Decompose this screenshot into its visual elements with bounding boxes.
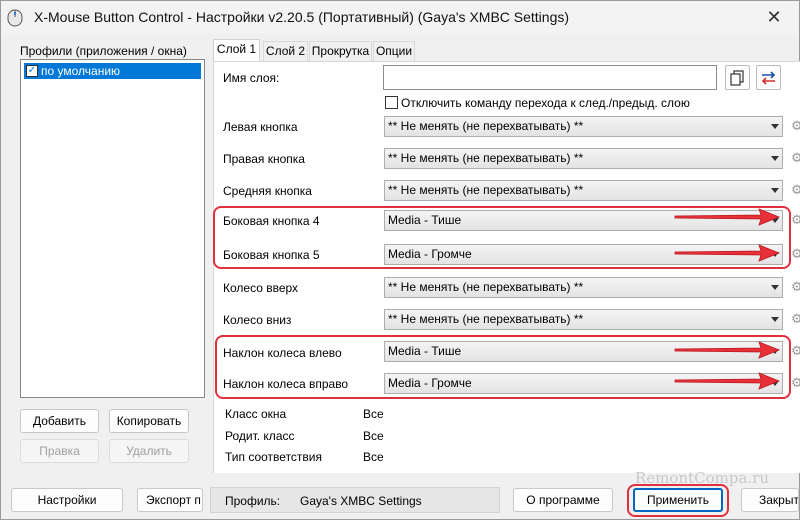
gear-icon[interactable]: ⚙ [791, 280, 800, 293]
select-value: ** Не менять (не перехватывать) ** [388, 280, 584, 294]
gear-icon[interactable]: ⚙ [791, 247, 800, 260]
chevron-down-icon [771, 317, 779, 322]
row-label-wheel-up: Колесо вверх [223, 281, 299, 295]
select-value: ** Не менять (не перехватывать) ** [388, 151, 584, 165]
red-arrow-icon [674, 244, 781, 262]
gear-icon[interactable]: ⚙ [791, 213, 800, 226]
red-arrow-icon [674, 372, 781, 390]
edit-profile-button[interactable]: Правка [20, 439, 99, 463]
chevron-down-icon [771, 188, 779, 193]
disable-layer-nav-label: Отключить команду перехода к след./преды… [401, 96, 690, 110]
title-bar: X-Mouse Button Control - Настройки v2.20… [1, 1, 799, 34]
chevron-down-icon [771, 156, 779, 161]
red-arrow-icon [674, 208, 781, 226]
swap-layers-button[interactable] [756, 65, 781, 90]
select-value: ** Не менять (не перехватывать) ** [388, 183, 584, 197]
app-window: X-Mouse Button Control - Настройки v2.20… [0, 0, 800, 520]
copy-icon [730, 70, 744, 86]
row-label-tilt-right: Наклон колеса вправо [223, 377, 349, 391]
parent-class-value: Все [363, 429, 384, 443]
tab-layer-1[interactable]: Слой 1 [213, 39, 260, 62]
profiles-list[interactable]: ✓ по умолчанию [20, 59, 205, 398]
disable-layer-nav-checkbox[interactable] [385, 96, 398, 109]
row-label-tilt-left: Наклон колеса влево [223, 346, 342, 360]
chevron-down-icon [771, 285, 779, 290]
tab-layer-2[interactable]: Слой 2 [263, 41, 308, 61]
gear-icon[interactable]: ⚙ [791, 312, 800, 325]
gear-icon[interactable]: ⚙ [791, 344, 800, 357]
gear-icon[interactable]: ⚙ [791, 119, 800, 132]
check-icon[interactable]: ✓ [26, 65, 38, 77]
select-value: Media - Тише [388, 213, 462, 227]
match-type-value: Все [363, 450, 384, 464]
chevron-down-icon [771, 124, 779, 129]
row-label-middle-button: Средняя кнопка [223, 184, 312, 198]
profiles-label: Профили (приложения / окна) [20, 44, 187, 58]
profile-item-label: по умолчанию [41, 64, 121, 78]
tab-scrolling[interactable]: Прокрутка [309, 41, 372, 61]
select-value: ** Не менять (не перехватывать) ** [388, 312, 584, 326]
window-title: X-Mouse Button Control - Настройки v2.20… [34, 9, 570, 25]
wheel-up-select[interactable]: ** Не менять (не перехватывать) ** [384, 277, 783, 298]
close-window-button[interactable]: ✕ [751, 3, 797, 31]
select-value: Media - Громче [388, 376, 472, 390]
profile-value: Gaya's XMBC Settings [300, 494, 422, 508]
left-button-select[interactable]: ** Не менять (не перехватывать) ** [384, 116, 783, 137]
row-label-wheel-down: Колесо вниз [223, 313, 292, 327]
right-button-select[interactable]: ** Не менять (не перехватывать) ** [384, 148, 783, 169]
tab-options[interactable]: Опции [373, 41, 415, 61]
swap-arrows-icon [761, 71, 776, 85]
parent-class-label: Родит. класс [225, 429, 295, 443]
profile-item-default[interactable]: ✓ по умолчанию [24, 63, 201, 79]
settings-button[interactable]: Настройки [11, 488, 123, 512]
close-button[interactable]: Закрыт [741, 488, 799, 512]
copy-layer-button[interactable] [725, 65, 750, 90]
row-label-side-button-4: Боковая кнопка 4 [223, 214, 320, 228]
select-value: Media - Тише [388, 344, 462, 358]
gear-icon[interactable]: ⚙ [791, 183, 800, 196]
delete-profile-button[interactable]: Удалить [109, 439, 189, 463]
layer-name-label: Имя слоя: [223, 71, 280, 85]
gear-icon[interactable]: ⚙ [791, 151, 800, 164]
select-value: ** Не менять (не перехватывать) ** [388, 119, 584, 133]
row-label-left-button: Левая кнопка [223, 120, 298, 134]
red-arrow-icon [674, 341, 781, 359]
select-value: Media - Громче [388, 247, 472, 261]
wheel-down-select[interactable]: ** Не менять (не перехватывать) ** [384, 309, 783, 330]
add-profile-button[interactable]: Добавить [20, 409, 99, 433]
window-class-label: Класс окна [225, 407, 287, 421]
row-label-right-button: Правая кнопка [223, 152, 305, 166]
export-button[interactable]: Экспорт п [137, 488, 203, 512]
layer-name-input[interactable] [383, 65, 717, 90]
middle-button-select[interactable]: ** Не менять (не перехватывать) ** [384, 180, 783, 201]
apply-button[interactable]: Применить [633, 488, 723, 512]
about-button[interactable]: О программе [513, 488, 613, 512]
mouse-icon [7, 9, 23, 27]
copy-profile-button[interactable]: Копировать [109, 409, 189, 433]
gear-icon[interactable]: ⚙ [791, 376, 800, 389]
window-class-value: Все [363, 407, 384, 421]
profile-label: Профиль: [225, 494, 281, 508]
match-type-label: Тип соответствия [225, 450, 323, 464]
row-label-side-button-5: Боковая кнопка 5 [223, 248, 320, 262]
